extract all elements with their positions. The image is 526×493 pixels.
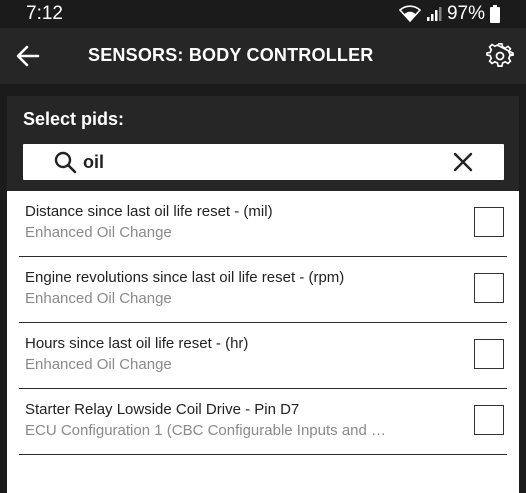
list-item[interactable]: Distance since last oil life reset - (mi…	[19, 191, 507, 257]
pid-category: ECU Configuration 1 (CBC Configurable In…	[25, 422, 387, 439]
pid-list: Distance since last oil life reset - (mi…	[7, 191, 519, 455]
select-pids-dialog: Select pids: Distance since last oil lif…	[7, 96, 519, 493]
status-time: 7:12	[26, 3, 63, 24]
dialog-title: Select pids:	[23, 109, 125, 129]
page-title: SENSORS: BODY CONTROLLER	[88, 45, 374, 65]
pid-checkbox[interactable]	[474, 273, 504, 303]
status-indicators: 97%	[398, 3, 500, 25]
pid-checkbox[interactable]	[474, 207, 504, 237]
wifi-icon	[398, 5, 421, 23]
signal-icon	[426, 6, 442, 22]
dialog-header: Select pids:	[7, 96, 519, 191]
battery-percent: 97%	[446, 3, 485, 24]
app-bar: SENSORS: BODY CONTROLLER	[0, 28, 526, 84]
gear-icon[interactable]	[486, 42, 514, 70]
pid-category: Enhanced Oil Change	[25, 224, 172, 241]
status-bar: 7:12 97%	[0, 0, 526, 28]
battery-icon	[490, 5, 500, 23]
search-input[interactable]	[83, 148, 443, 176]
search-box[interactable]	[23, 144, 504, 180]
pid-name: Engine revolutions since last oil life r…	[25, 269, 345, 286]
pid-name: Starter Relay Lowside Coil Drive - Pin D…	[25, 401, 300, 418]
list-item[interactable]: Hours since last oil life reset - (hr) E…	[19, 323, 507, 389]
pid-name: Distance since last oil life reset - (mi…	[25, 203, 273, 220]
pid-checkbox[interactable]	[474, 339, 504, 369]
list-item[interactable]: Starter Relay Lowside Coil Drive - Pin D…	[19, 389, 507, 455]
back-arrow-icon[interactable]	[14, 42, 42, 70]
pid-category: Enhanced Oil Change	[25, 356, 172, 373]
pid-name: Hours since last oil life reset - (hr)	[25, 335, 249, 352]
list-item[interactable]: Engine revolutions since last oil life r…	[19, 257, 507, 323]
pid-checkbox[interactable]	[474, 405, 504, 435]
close-icon[interactable]	[452, 151, 474, 173]
pid-category: Enhanced Oil Change	[25, 290, 172, 307]
search-icon	[53, 150, 77, 174]
